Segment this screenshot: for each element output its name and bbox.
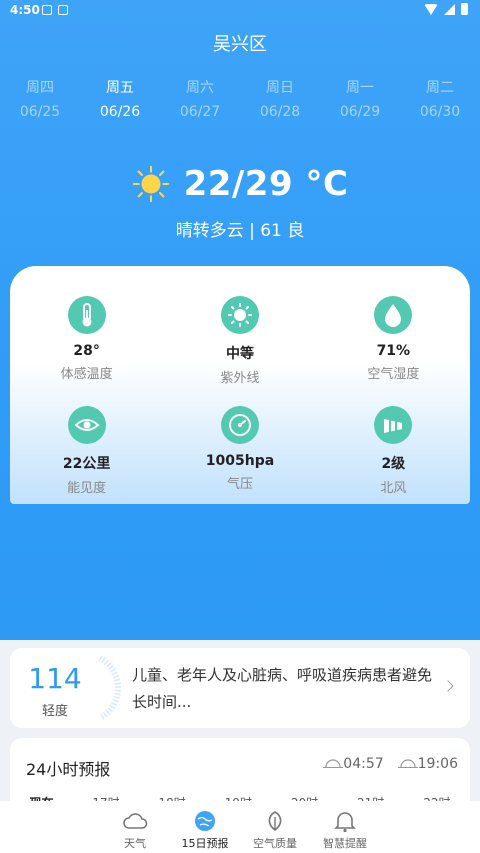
detail-feels-like: 28° 体感温度 <box>10 296 163 388</box>
sun-icon <box>132 165 169 203</box>
droplet-icon <box>374 296 413 334</box>
city-title[interactable]: 吴兴区 <box>0 30 480 56</box>
globe-icon <box>195 811 215 831</box>
thermometer-icon <box>67 296 106 334</box>
hourly-forecast-card: 24小时预报 04:57 19:06 现在 17时 18时 19时 20时 21… <box>10 738 470 808</box>
day-tab-5[interactable]: 周二 06/30 <box>400 78 480 122</box>
detail-uv: 中等 紫外线 <box>163 296 316 388</box>
status-bar: 4:50 <box>0 0 480 22</box>
aqi-level: 轻度 <box>41 704 68 719</box>
hourly-title: 24小时预报 <box>26 760 111 779</box>
bottom-tab-bar: 天气 15日预报 空气质量 智慧提醒 <box>0 801 480 853</box>
tab-air-quality[interactable]: 空气质量 <box>240 801 310 853</box>
image-notification-icon <box>42 5 52 15</box>
battery-icon <box>461 3 468 15</box>
day-tab-2[interactable]: 周六 06/27 <box>160 78 240 122</box>
signal-icon <box>444 3 455 15</box>
detail-pressure: 1005hpa 气压 <box>163 406 316 498</box>
weather-description: 晴转多云 | 61 良 <box>175 221 305 241</box>
day-selector: 周四 06/25 周五 06/26 周六 06/27 周日 06/28 周一 06/29 … <box>0 78 480 122</box>
aqi-advice: 儿童、老年人及心脏病、呼吸道疾病患者避免长时间... <box>132 666 433 711</box>
temperature-range: 22/29 °C <box>183 164 349 204</box>
weather-details-card: 28° 体感温度 中等 紫外线 71% 空气湿度 22公里 能见度 1005hp… <box>10 266 470 504</box>
gauge-icon <box>220 406 259 444</box>
sunset-icon <box>397 759 418 768</box>
current-weather: 22/29 °C <box>0 164 480 204</box>
tab-smart-reminder[interactable]: 智慧提醒 <box>310 801 380 853</box>
day-tab-3[interactable]: 周日 06/28 <box>240 78 320 122</box>
aqi-arc-icon <box>98 656 121 720</box>
sunrise-icon <box>323 759 344 768</box>
leaf-icon <box>268 811 282 832</box>
day-tab-0[interactable]: 周四 06/25 <box>0 78 80 122</box>
day-tab-1[interactable]: 周五 06/26 <box>80 78 160 122</box>
windsock-icon <box>374 406 413 444</box>
cloud-icon <box>123 813 148 829</box>
detail-humidity: 71% 空气湿度 <box>317 296 470 388</box>
aqi-value: 114 <box>28 662 82 695</box>
sunset: 19:06 <box>397 756 458 772</box>
bell-icon <box>334 812 356 833</box>
uv-sun-icon <box>220 296 259 334</box>
sunrise: 04:57 <box>323 756 384 772</box>
eye-icon <box>67 406 106 444</box>
status-time: 4:50 <box>10 3 40 17</box>
detail-wind: 2级 北风 <box>317 406 470 498</box>
chevron-right-icon <box>442 680 454 692</box>
air-quality-card[interactable]: 114 轻度 儿童、老年人及心脏病、呼吸道疾病患者避免长时间... <box>10 648 470 728</box>
tab-15day-forecast[interactable]: 15日预报 <box>170 801 240 853</box>
detail-visibility: 22公里 能见度 <box>10 406 163 498</box>
day-tab-4[interactable]: 周一 06/29 <box>320 78 400 122</box>
wifi-icon <box>424 3 438 15</box>
tab-weather[interactable]: 天气 <box>100 801 170 853</box>
app-notification-icon <box>58 5 68 15</box>
